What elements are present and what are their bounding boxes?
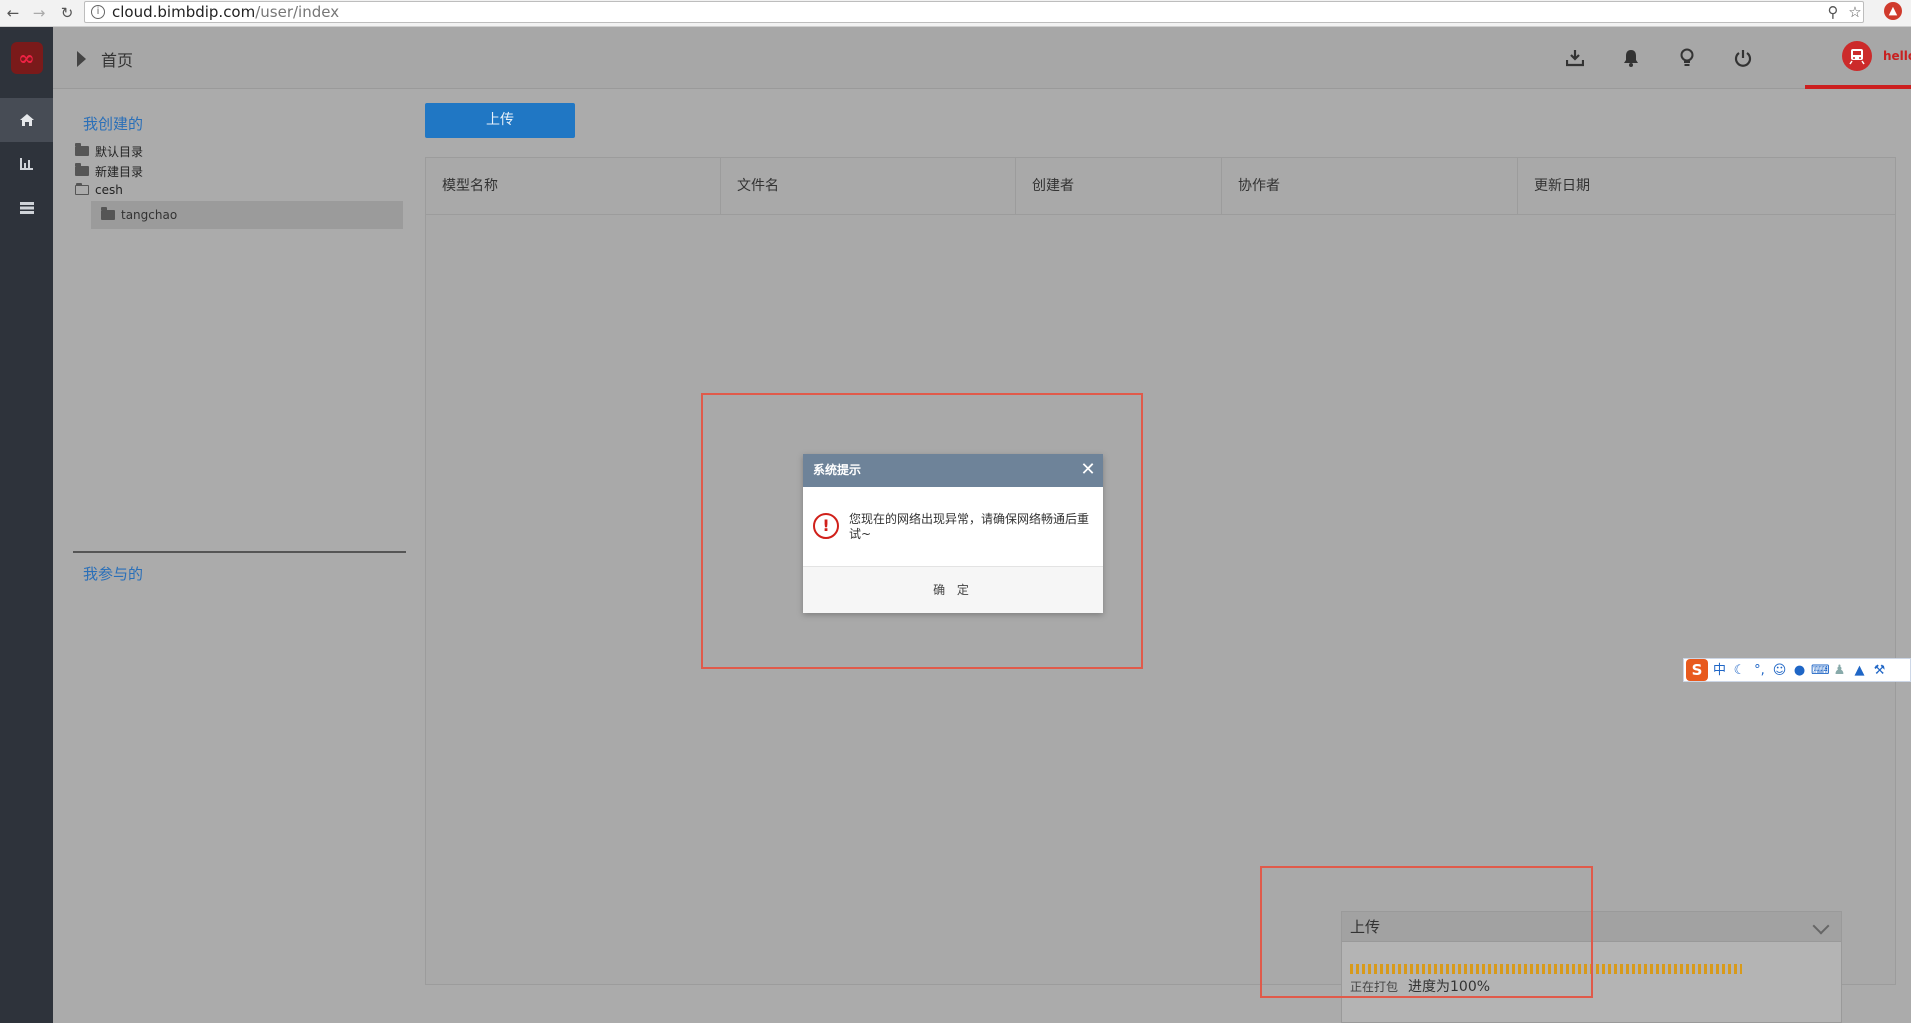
address-bar[interactable]: i cloud.bimbdip.com/user/index ⚲ ☆ [84,1,1864,23]
annotation-box-upload [1260,866,1593,998]
chevron-down-icon[interactable] [1812,917,1830,935]
breadcrumb-arrow-icon [77,51,86,67]
dialog-body: ! 您现在的网络出现异常，请确保网络畅通后重试~ [803,487,1103,567]
rail-home-icon[interactable] [0,98,53,142]
tree-folder-default[interactable]: 默认目录 [75,142,143,160]
moon-icon[interactable]: ☾ [1731,662,1748,679]
upload-button[interactable]: 上传 [425,103,575,138]
dialog-title: 系统提示 [813,463,862,477]
column-header[interactable]: 文件名 [721,158,1016,215]
section-created[interactable]: 我创建的 [83,113,143,134]
breadcrumb[interactable]: 首页 [101,47,133,71]
close-icon[interactable]: ✕ [1079,461,1097,480]
ime-mode[interactable]: 中 [1711,662,1728,679]
info-icon[interactable]: i [91,5,105,19]
folder-icon [101,207,115,220]
forward-icon[interactable]: → [28,2,50,24]
column-header[interactable]: 协作者 [1222,158,1518,215]
tree-folder-label: 默认目录 [95,144,144,159]
url-path: /user/index [255,3,340,21]
back-icon[interactable]: ← [2,2,24,24]
tree-folder-label: 新建目录 [95,164,144,179]
folder-open-icon [75,183,89,195]
brand-logo[interactable]: ∞ [0,27,53,89]
ime-logo-icon[interactable]: S [1686,659,1708,681]
tree-folder-tangchao[interactable]: tangchao [91,201,403,229]
column-header[interactable]: 模型名称 [426,158,721,215]
ime-toolbar: S 中 ☾ °, ☺ ● ⌨ ♟ ▲ ⚒ [1683,658,1911,682]
user-menu[interactable]: hello [1805,27,1911,89]
warning-icon: ! [813,513,839,539]
smiley-icon[interactable]: ☺ [1771,662,1788,679]
avatar[interactable] [1842,41,1872,71]
column-header[interactable]: 创建者 [1016,158,1222,215]
extension-icon[interactable]: ▲ [1884,2,1902,20]
app-header: 首页 hello 552 [53,27,1911,89]
lightbulb-icon[interactable] [1674,45,1700,71]
model-table: 模型名称 文件名 创建者 协作者 更新日期 [425,157,1896,985]
side-rail: ∞ [0,27,53,1023]
user-name: hello [1883,49,1911,63]
system-dialog: 系统提示 ✕ ! 您现在的网络出现异常，请确保网络畅通后重试~ 确 定 [803,454,1103,613]
power-icon[interactable] [1730,45,1756,71]
dialog-message: 您现在的网络出现异常，请确保网络畅通后重试~ [849,512,1090,541]
key-icon[interactable]: ⚲ [1823,2,1843,22]
rail-list-icon[interactable] [0,186,53,230]
shirt-icon[interactable]: ▲ [1851,662,1868,679]
keyboard-icon[interactable]: ⌨ [1811,662,1830,679]
column-header[interactable]: 更新日期 [1518,158,1895,215]
section-joined[interactable]: 我参与的 [83,563,143,584]
download-icon[interactable] [1562,45,1588,71]
tree-folder-label: tangchao [121,208,178,222]
rail-chart-icon[interactable] [0,142,53,186]
star-icon[interactable]: ☆ [1845,2,1865,22]
url-host: cloud.bimbdip.com [112,3,256,21]
dialog-header: 系统提示 ✕ [803,454,1103,487]
tree-folder-new[interactable]: 新建目录 [75,162,143,180]
table-header: 模型名称 文件名 创建者 协作者 更新日期 [426,158,1895,215]
folder-icon [75,163,89,176]
browser-toolbar: ← → ↻ i cloud.bimbdip.com/user/index ⚲ ☆… [0,0,1911,27]
user-icon[interactable]: ♟ [1831,662,1848,679]
bell-icon[interactable] [1618,45,1644,71]
section-divider [73,551,406,553]
tree-folder-cesh[interactable]: cesh [75,181,123,199]
wrench-icon[interactable]: ⚒ [1871,662,1888,679]
folder-icon [75,143,89,156]
folder-tree-panel: 我创建的 默认目录 新建目录 cesh tangchao 我参与的 [53,89,413,1023]
microphone-icon[interactable]: ● [1791,662,1808,679]
reload-icon[interactable]: ↻ [56,2,78,24]
confirm-button[interactable]: 确 定 [803,567,1103,613]
tree-folder-label: cesh [95,183,123,197]
punctuation-icon[interactable]: °, [1751,662,1768,679]
